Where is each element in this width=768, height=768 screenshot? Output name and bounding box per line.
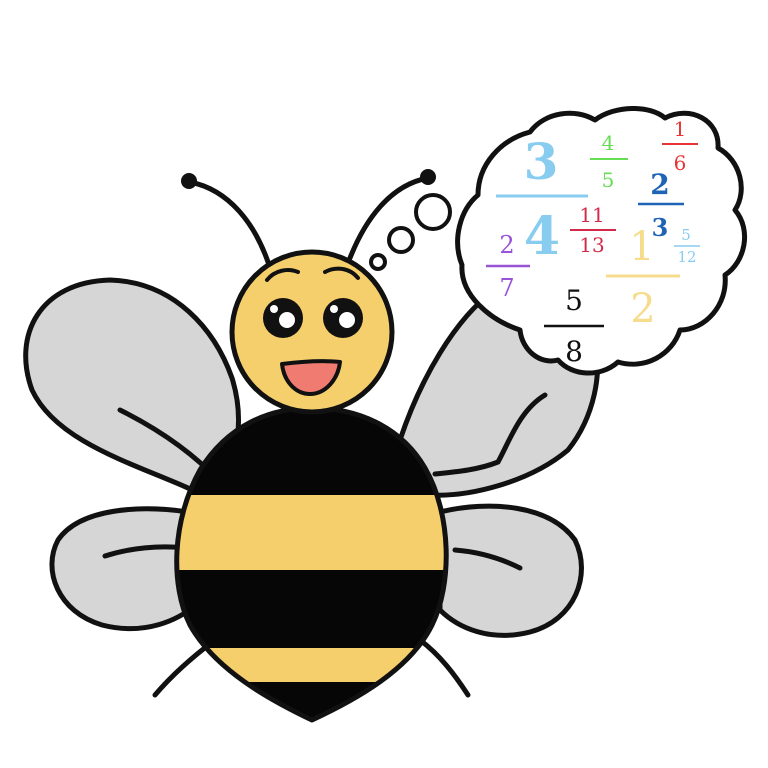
whole-1: 1	[629, 224, 654, 270]
denominator-8: 8	[565, 335, 583, 368]
left-antenna-tip	[181, 173, 197, 189]
denominator-6: 6	[674, 151, 687, 175]
whole-2: 2	[650, 168, 669, 201]
denominator-12: 12	[677, 248, 696, 266]
denominator-7: 7	[499, 274, 514, 302]
body-stripe-lower	[176, 648, 447, 682]
numerator-5-small: 5	[681, 226, 691, 244]
numerator-1: 1	[674, 117, 687, 141]
whole-4: 4	[524, 206, 560, 267]
right-eye	[323, 298, 363, 338]
denominator-13: 13	[579, 233, 604, 257]
thought-dot-small	[369, 253, 387, 271]
bee-illustration: 3 4 5 1 6 2 3 4 11 13 2 7 1 5 12 2 5 8	[23, 106, 748, 723]
denominator-5: 5	[602, 168, 615, 192]
left-eye	[263, 298, 303, 338]
numerator-2: 2	[499, 231, 514, 259]
body-stripe-upper	[176, 495, 447, 570]
lone-2: 2	[630, 286, 655, 332]
right-leg	[417, 637, 471, 698]
whole-3: 3	[524, 132, 559, 191]
thought-dot-large	[414, 193, 452, 231]
thought-dot-medium	[387, 226, 415, 254]
numerator-11: 11	[579, 203, 604, 227]
right-lower-wing	[437, 503, 584, 638]
numerator-5: 5	[565, 284, 583, 317]
numerator-4: 4	[602, 131, 615, 155]
right-antenna-tip	[420, 169, 436, 185]
bee-head	[229, 249, 395, 415]
left-antenna	[187, 179, 271, 265]
